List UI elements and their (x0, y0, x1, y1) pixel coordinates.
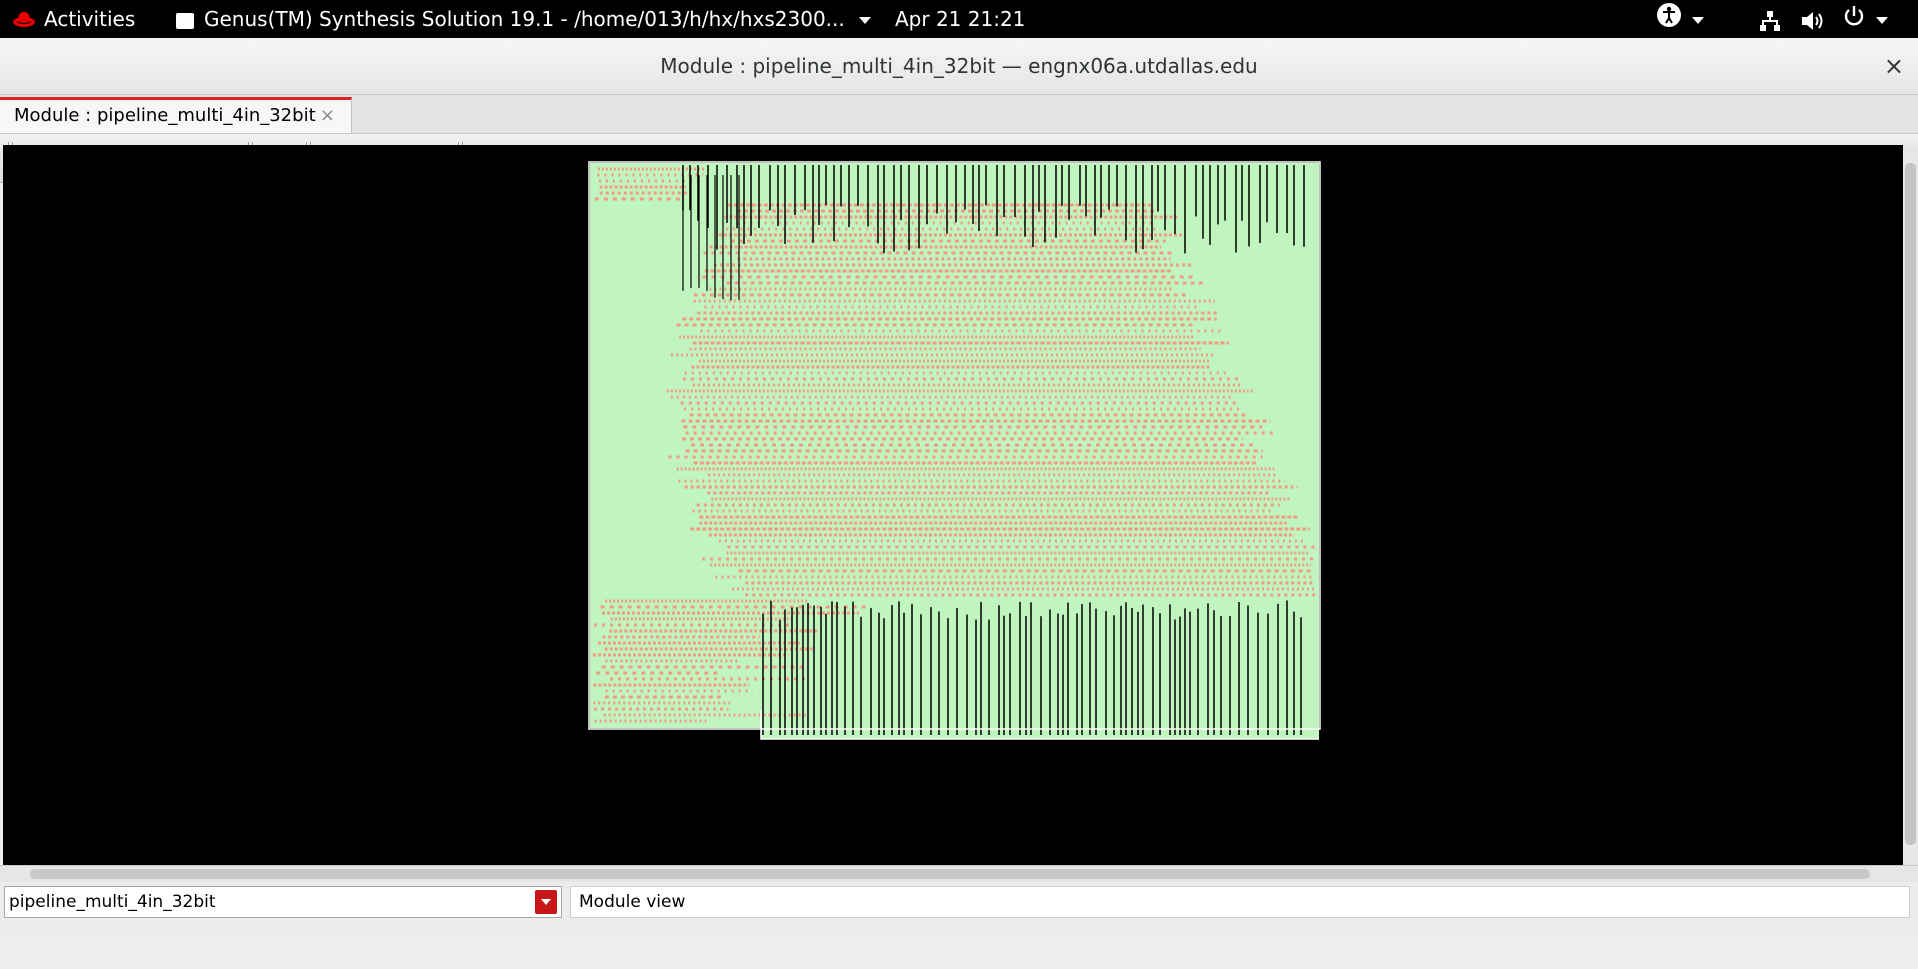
chevron-down-icon (1876, 17, 1888, 24)
power-icon (1842, 2, 1866, 40)
floorplan-view (588, 161, 1321, 740)
activities-label: Activities (44, 7, 136, 31)
accessibility-menu[interactable] (1656, 0, 1704, 38)
window-close-button[interactable]: × (1884, 38, 1904, 94)
module-select-value: pipeline_multi_4in_32bit (9, 892, 216, 912)
view-mode-label: Module view (570, 886, 1910, 918)
view-mode-text: Module view (579, 892, 686, 912)
tab-bar: Module : pipeline_multi_4in_32bit × (0, 95, 1918, 134)
accessibility-icon (1656, 2, 1682, 40)
horizontal-scrollbar[interactable] (0, 865, 1918, 883)
app-window-icon (176, 12, 194, 29)
vertical-scroll-thumb[interactable] (1905, 163, 1916, 845)
status-bar: pipeline_multi_4in_32bit Module view (0, 882, 1918, 931)
app-menu[interactable]: Genus(TM) Synthesis Solution 19.1 - /hom… (176, 0, 871, 38)
chevron-down-icon (541, 899, 551, 905)
vertical-scrollbar[interactable] (1903, 145, 1918, 865)
system-top-bar: Activities Genus(TM) Synthesis Solution … (0, 0, 1918, 38)
tab-label: Module : pipeline_multi_4in_32bit (14, 105, 316, 126)
horizontal-scroll-thumb[interactable] (30, 869, 1870, 879)
activities-button[interactable]: Activities (12, 0, 135, 38)
tab-module[interactable]: Module : pipeline_multi_4in_32bit × (0, 97, 352, 133)
redhat-icon (12, 2, 36, 40)
power-menu[interactable] (1842, 0, 1888, 38)
chevron-down-icon (858, 17, 871, 24)
module-select-dropdown-button[interactable] (535, 890, 557, 914)
module-select[interactable]: pipeline_multi_4in_32bit (4, 886, 562, 918)
clock[interactable]: Apr 21 21:21 (895, 0, 1025, 38)
app-title: Genus(TM) Synthesis Solution 19.1 - /hom… (204, 7, 845, 31)
network-icon[interactable] (1758, 0, 1782, 38)
layout-canvas[interactable] (3, 145, 1903, 865)
chevron-down-icon (1692, 17, 1704, 24)
tab-close-button[interactable]: × (320, 100, 335, 132)
window-titlebar[interactable]: Module : pipeline_multi_4in_32bit — engn… (0, 38, 1918, 95)
window-title: Module : pipeline_multi_4in_32bit — engn… (660, 54, 1258, 78)
volume-icon[interactable] (1800, 0, 1826, 38)
